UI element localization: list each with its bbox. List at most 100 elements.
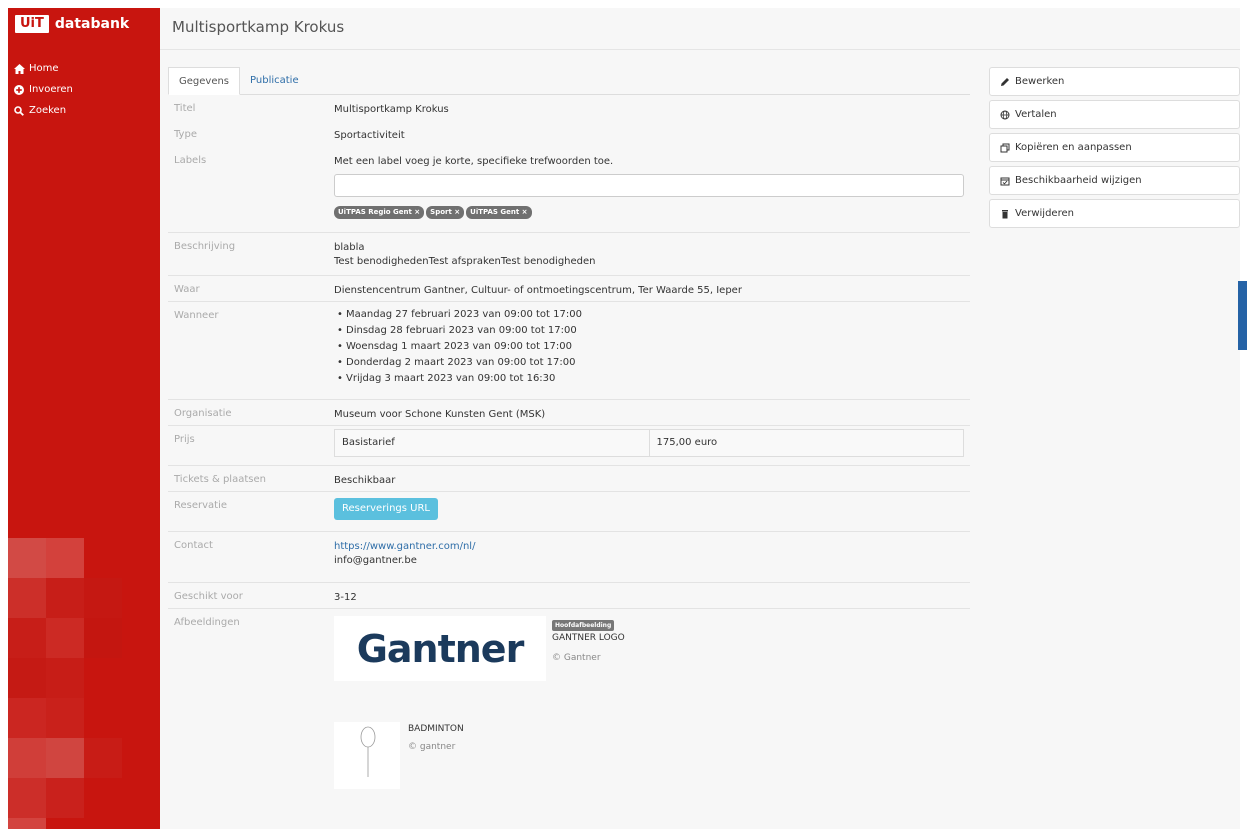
calendar-check-icon — [1000, 176, 1010, 186]
contact-email: info@gantner.be — [334, 555, 417, 566]
gantner-logo-text: Gantner — [356, 626, 525, 671]
description-value: blabla Test benodighedenTest afsprakenTe… — [334, 241, 596, 269]
image-copyright: © Gantner — [552, 653, 601, 663]
main-content: Gegevens Publicatie Titel Multisportkamp… — [160, 50, 1240, 829]
description-line: Test benodighedenTest afsprakenTest beno… — [334, 256, 596, 267]
label-chip[interactable]: UiTPAS Gent × — [466, 206, 532, 219]
price-amount: 175,00 euro — [656, 437, 718, 448]
organizer-link[interactable]: Museum voor Schone Kunsten Gent (MSK) — [334, 408, 545, 422]
date-item: Vrijdag 3 maart 2023 van 09:00 tot 16:30 — [334, 371, 582, 387]
date-item: Woensdag 1 maart 2023 van 09:00 tot 17:0… — [334, 339, 582, 355]
badminton-racket-icon — [360, 726, 376, 777]
labels-hint: Met een label voeg je korte, specifieke … — [334, 156, 614, 167]
home-icon — [13, 63, 25, 75]
trash-icon — [1000, 209, 1010, 219]
title-value: Multisportkamp Krokus — [334, 104, 449, 115]
edit-button[interactable]: Bewerken — [989, 67, 1240, 96]
sidebar-nav: Home Invoeren Zoeken — [8, 58, 160, 121]
contact-value: https://www.gantner.com/nl/ info@gantner… — [334, 540, 475, 568]
date-item: Donderdag 2 maart 2023 van 09:00 tot 17:… — [334, 355, 582, 371]
price-name: Basistarief — [335, 430, 650, 456]
row-titel: Titel Multisportkamp Krokus — [168, 95, 970, 121]
feedback-tab[interactable] — [1238, 281, 1247, 350]
row-prijs: Prijs Basistarief 175,00 euro — [168, 425, 970, 465]
field-label: Wanneer — [174, 310, 219, 321]
image-meta: BADMINTON © gantner — [408, 724, 464, 752]
field-label: Prijs — [174, 434, 195, 445]
globe-icon — [1000, 110, 1010, 120]
sidebar: UiT databank Home Invoeren Zoeken — [8, 8, 160, 829]
plus-circle-icon — [13, 84, 25, 96]
brand-logo[interactable]: UiT databank — [8, 8, 160, 40]
reservation-url-button[interactable]: Reserverings URL — [334, 498, 438, 520]
pencil-icon — [1000, 77, 1010, 87]
copy-and-edit-button[interactable]: Kopiëren en aanpassen — [989, 133, 1240, 162]
field-label: Type — [174, 129, 197, 140]
tab-publicatie[interactable]: Publicatie — [240, 67, 309, 95]
page-header: Multisportkamp Krokus — [160, 8, 1240, 50]
field-label: Organisatie — [174, 408, 232, 419]
field-label: Waar — [174, 284, 200, 295]
sidebar-item-home[interactable]: Home — [8, 58, 160, 79]
image-copyright: © gantner — [408, 742, 456, 752]
image-meta: Hoofdafbeelding GANTNER LOGO © Gantner — [552, 619, 625, 663]
image-title: BADMINTON — [408, 724, 464, 734]
delete-button[interactable]: Verwijderen — [989, 199, 1240, 228]
field-label: Beschrijving — [174, 241, 236, 252]
description-line: blabla — [334, 242, 365, 253]
badminton-image[interactable] — [334, 722, 400, 789]
row-wanneer: Wanneer Maandag 27 februari 2023 van 09:… — [168, 301, 970, 399]
search-icon — [13, 105, 25, 117]
row-reservatie: Reservatie Reserverings URL — [168, 491, 970, 531]
label-chip[interactable]: Sport × — [426, 206, 465, 219]
event-detail: Gegevens Publicatie Titel Multisportkamp… — [168, 67, 970, 789]
row-geschikt: Geschikt voor 3-12 — [168, 582, 970, 608]
label-input[interactable] — [334, 174, 964, 197]
age-range-value: 3-12 — [334, 592, 357, 603]
row-beschrijving: Beschrijving blabla Test benodighedenTes… — [168, 232, 970, 275]
copy-icon — [1000, 143, 1010, 153]
translate-button[interactable]: Vertalen — [989, 100, 1240, 129]
action-label: Kopiëren en aanpassen — [1015, 142, 1132, 153]
sidebar-item-label: Home — [29, 63, 59, 74]
page-title: Multisportkamp Krokus — [172, 18, 345, 36]
type-value: Sportactiviteit — [334, 130, 405, 141]
row-afbeeldingen: Afbeeldingen Gantner Hoofdafbeelding GAN… — [168, 608, 970, 808]
sidebar-item-zoeken[interactable]: Zoeken — [8, 100, 160, 121]
field-label: Tickets & plaatsen — [174, 474, 266, 485]
label-chips: UiTPAS Regio Gent × Sport × UiTPAS Gent … — [334, 206, 532, 219]
action-label: Bewerken — [1015, 76, 1065, 87]
row-contact: Contact https://www.gantner.com/nl/ info… — [168, 531, 970, 582]
row-tickets: Tickets & plaatsen Beschikbaar — [168, 465, 970, 491]
action-label: Beschikbaarheid wijzigen — [1015, 175, 1142, 186]
field-label: Contact — [174, 540, 213, 551]
action-label: Verwijderen — [1015, 208, 1074, 219]
date-item: Dinsdag 28 februari 2023 van 09:00 tot 1… — [334, 323, 582, 339]
field-label: Geschikt voor — [174, 591, 243, 602]
row-waar: Waar Dienstencentrum Gantner, Cultuur- o… — [168, 275, 970, 301]
gantner-logo-image[interactable]: Gantner — [334, 616, 546, 681]
sidebar-item-invoeren[interactable]: Invoeren — [8, 79, 160, 100]
action-panel: Bewerken Vertalen Kopiëren en aanpassen … — [989, 67, 1240, 232]
field-label: Labels — [174, 155, 207, 166]
location-link[interactable]: Dienstencentrum Gantner, Cultuur- of ont… — [334, 284, 742, 298]
contact-url-link[interactable]: https://www.gantner.com/nl/ — [334, 540, 475, 554]
action-label: Vertalen — [1015, 109, 1057, 120]
field-label: Afbeeldingen — [174, 617, 240, 628]
row-labels: Labels Met een label voeg je korte, spec… — [168, 147, 970, 232]
row-organisatie: Organisatie Museum voor Schone Kunsten G… — [168, 399, 970, 425]
tickets-value: Beschikbaar — [334, 475, 396, 486]
field-label: Titel — [174, 103, 196, 114]
sidebar-item-label: Invoeren — [29, 84, 73, 95]
brand-logo-text: databank — [54, 16, 130, 32]
change-availability-button[interactable]: Beschikbaarheid wijzigen — [989, 166, 1240, 195]
tab-bar: Gegevens Publicatie — [168, 67, 970, 95]
image-title: GANTNER LOGO — [552, 633, 625, 643]
sidebar-item-label: Zoeken — [29, 105, 67, 116]
price-table: Basistarief 175,00 euro — [334, 429, 964, 457]
row-type: Type Sportactiviteit — [168, 121, 970, 147]
tab-gegevens[interactable]: Gegevens — [168, 67, 241, 95]
date-item: Maandag 27 februari 2023 van 09:00 tot 1… — [334, 307, 582, 323]
main-image-badge: Hoofdafbeelding — [552, 620, 615, 631]
label-chip[interactable]: UiTPAS Regio Gent × — [334, 206, 425, 219]
